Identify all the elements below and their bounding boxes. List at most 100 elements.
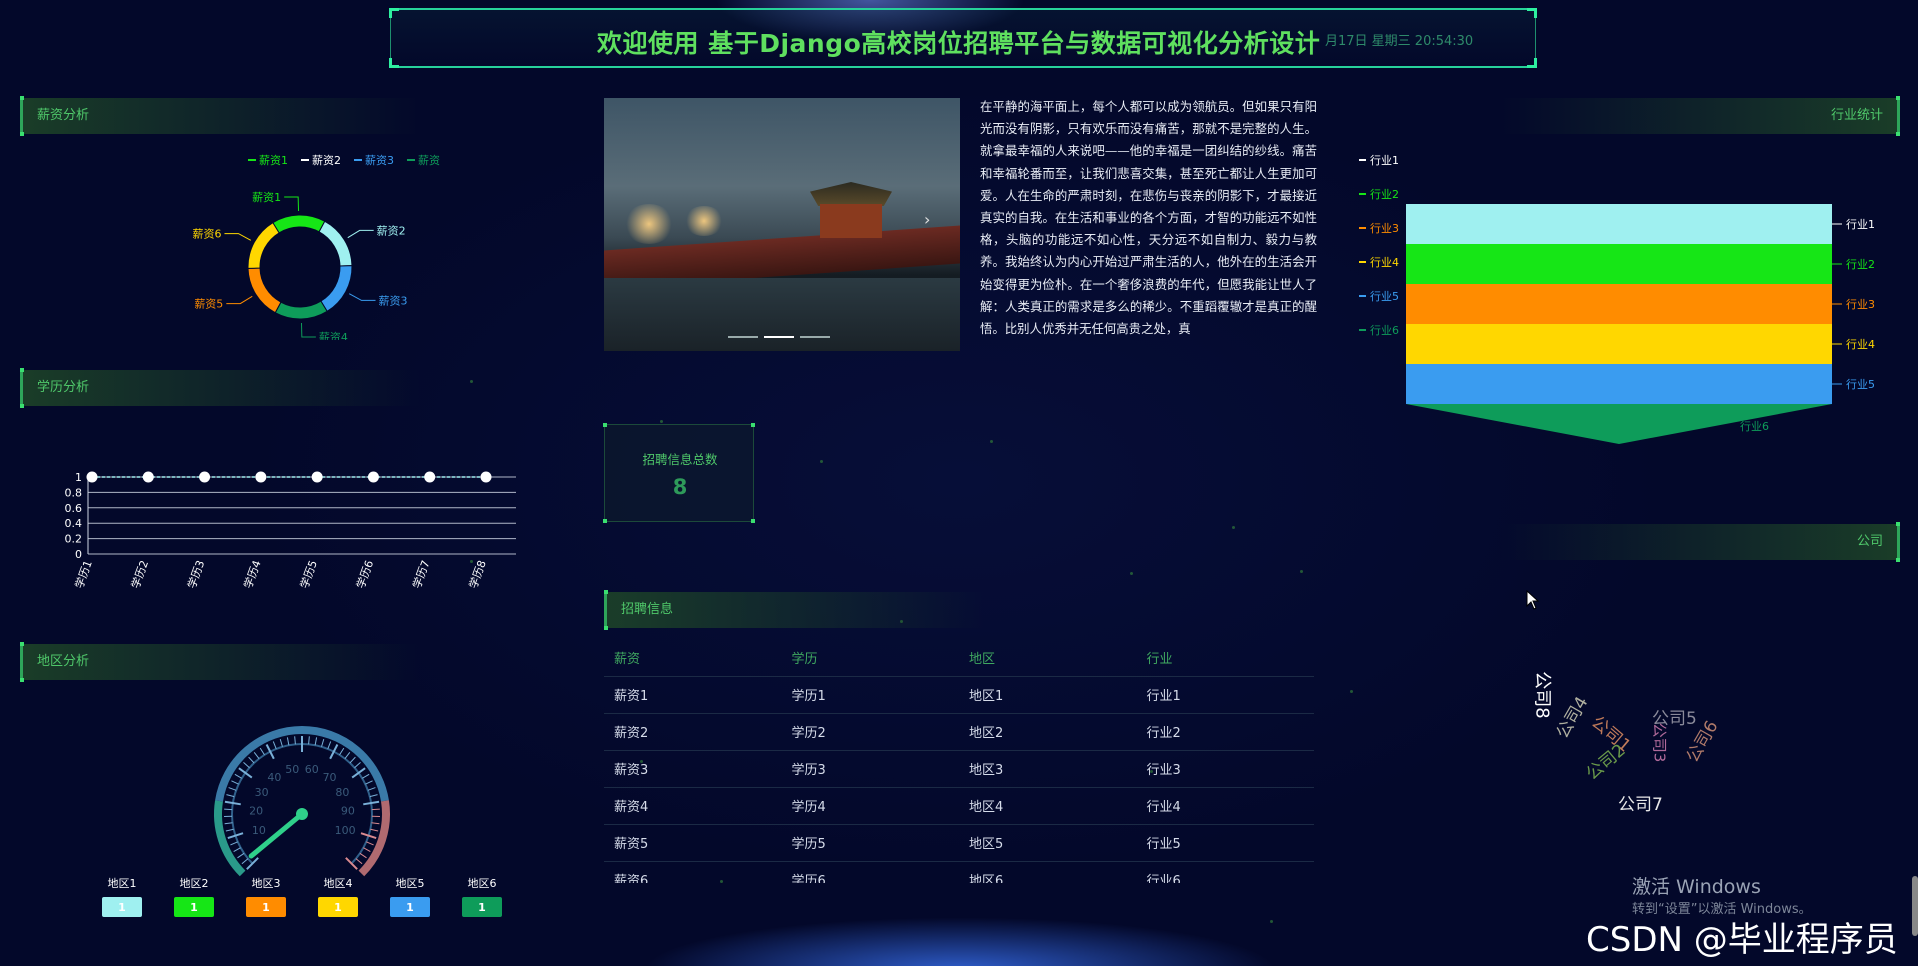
line-point <box>199 471 211 483</box>
panel-corner-dot <box>20 368 24 372</box>
table-row[interactable]: 薪资5 学历5 地区5 行业5 <box>604 824 1314 862</box>
region-value: 1 <box>334 901 342 914</box>
recruit-table: 薪资 学历 地区 行业 薪资1 学历1 地区1 行业1 薪资2 学历2 地区2 行业2 薪资… <box>604 640 1314 883</box>
line-point <box>424 471 436 483</box>
table-cell: 学历5 <box>781 824 959 862</box>
table-row[interactable]: 薪资2 学历2 地区2 行业2 <box>604 713 1314 751</box>
card-corner-dot <box>751 519 755 523</box>
carousel-dot[interactable] <box>800 336 830 338</box>
region-label: 地区2 <box>180 877 209 890</box>
gauge-tick <box>308 736 310 745</box>
table-cell: 学历6 <box>781 861 959 883</box>
table-cell: 薪资2 <box>604 713 782 751</box>
gauge-tick <box>363 847 371 853</box>
panel-corner-dot <box>1896 522 1900 526</box>
card-corner-dot <box>603 519 607 523</box>
salary-donut-chart: 薪资1薪资2薪资3薪资4薪资5薪资6薪资1薪资2薪资3薪资4薪资5薪资6 <box>192 154 440 340</box>
background-star <box>1232 526 1235 529</box>
table-cell: 地区3 <box>959 750 1137 788</box>
pie-slice <box>320 265 353 313</box>
table-cell: 行业4 <box>1136 787 1314 825</box>
y-tick-label: 0.2 <box>65 533 83 546</box>
card-corner-dot <box>603 423 607 427</box>
recruit-panel-title: 招聘信息 <box>621 602 674 617</box>
gauge-tick <box>248 756 255 764</box>
x-tick-label: 学历4 <box>241 558 264 590</box>
gauge-tick <box>344 752 351 759</box>
education-panel-title: 学历分析 <box>37 380 90 395</box>
gauge-tick-label: 70 <box>323 771 337 784</box>
header-corner <box>1527 58 1537 68</box>
region-value: 1 <box>118 901 126 914</box>
gauge-tick-label: 60 <box>305 763 319 776</box>
pie-slice <box>272 214 326 234</box>
gauge-tick <box>367 787 376 791</box>
background-star <box>660 420 663 423</box>
x-tick-label: 学历1 <box>72 558 95 590</box>
table-row[interactable]: 薪资1 学历1 地区1 行业1 <box>604 676 1314 714</box>
gauge-tick <box>279 738 283 747</box>
gauge-tick <box>359 852 367 859</box>
carousel-next-icon[interactable]: › <box>924 210 930 229</box>
gauge-tick <box>354 762 361 769</box>
y-tick-label: 0 <box>75 548 82 561</box>
table-cell: 薪资6 <box>604 861 782 883</box>
gauge-tick <box>238 767 253 779</box>
legend-label: 行业1 <box>1370 154 1399 167</box>
region-value: 1 <box>478 901 486 914</box>
header-corner <box>389 58 399 68</box>
gauge-tick-label: 100 <box>335 824 356 837</box>
table-cell: 薪资1 <box>604 676 782 714</box>
gauge-tick-label: 90 <box>341 805 355 818</box>
education-line-chart: 0 0.2 0.4 0.6 0.8 1 学历1 学历2 学历3 学历4 学历5 学历6 学历7 学历8 <box>65 471 516 590</box>
word-cloud-word: 公司3 <box>1650 722 1669 763</box>
table-cell: 行业3 <box>1136 750 1314 788</box>
funnel-segment <box>1406 284 1832 324</box>
carousel-dot[interactable] <box>728 336 758 338</box>
gauge-tick <box>234 773 243 779</box>
word-cloud-word: 公司7 <box>1618 795 1663 815</box>
gauge-tick <box>225 828 234 832</box>
x-tick-label: 学历8 <box>466 558 489 590</box>
table-header-row: 薪资 学历 地区 行业 <box>604 640 1314 677</box>
pie-label: 薪资5 <box>194 298 223 311</box>
pie-label-line <box>284 196 300 212</box>
funnel-label: 行业6 <box>1740 420 1769 433</box>
region-label: 地区4 <box>324 877 353 890</box>
table-cell: 学历2 <box>781 713 959 751</box>
carousel-dot-active[interactable] <box>764 336 794 338</box>
windows-activation-title: 激活 Windows <box>1632 876 1761 898</box>
table-row[interactable]: 薪资6 学历6 地区6 行业6 <box>604 861 1314 883</box>
table-header-cell: 地区 <box>959 640 1137 677</box>
gauge-tick <box>243 762 250 769</box>
table-row[interactable]: 薪资3 学历3 地区3 行业3 <box>604 750 1314 788</box>
table-header-cell: 薪资 <box>604 640 782 677</box>
gauge-tick <box>231 780 239 785</box>
background-star <box>1130 572 1133 575</box>
salary-panel-header: 薪资分析 <box>20 96 420 136</box>
background-star <box>1270 920 1273 923</box>
table-row[interactable]: 薪资4 学历4 地区4 行业4 <box>604 787 1314 825</box>
total-count-card: 招聘信息总数 8 <box>603 423 755 523</box>
table-cell: 行业5 <box>1136 824 1314 862</box>
panel-corner-dot <box>1896 558 1900 562</box>
gauge-tick <box>329 744 339 760</box>
legend-label: 行业5 <box>1370 290 1399 303</box>
panel-corner-dot <box>1896 132 1900 136</box>
gauge-tick-label: 30 <box>255 786 269 799</box>
panel-corner-dot <box>20 96 24 100</box>
region-panel-header: 地区分析 <box>20 642 420 682</box>
total-count-label: 招聘信息总数 <box>642 452 718 467</box>
image-carousel[interactable]: › <box>604 98 960 351</box>
table-cell: 地区1 <box>959 676 1137 714</box>
funnel-segment <box>1406 204 1832 244</box>
pie-slice <box>247 221 280 269</box>
gauge-tick <box>321 738 325 747</box>
industry-funnel-chart: 行业1 行业2 行业3 行业4 行业5 行业6 行业1 行业2 行业3 行业4 行业5 行业6 <box>1359 154 1875 444</box>
scrollbar-thumb[interactable] <box>1912 876 1918 936</box>
gauge-tick <box>371 808 380 811</box>
line-point <box>311 471 323 483</box>
region-label: 地区6 <box>468 877 497 890</box>
region-value: 1 <box>406 901 414 914</box>
pie-label: 薪资2 <box>377 224 406 237</box>
